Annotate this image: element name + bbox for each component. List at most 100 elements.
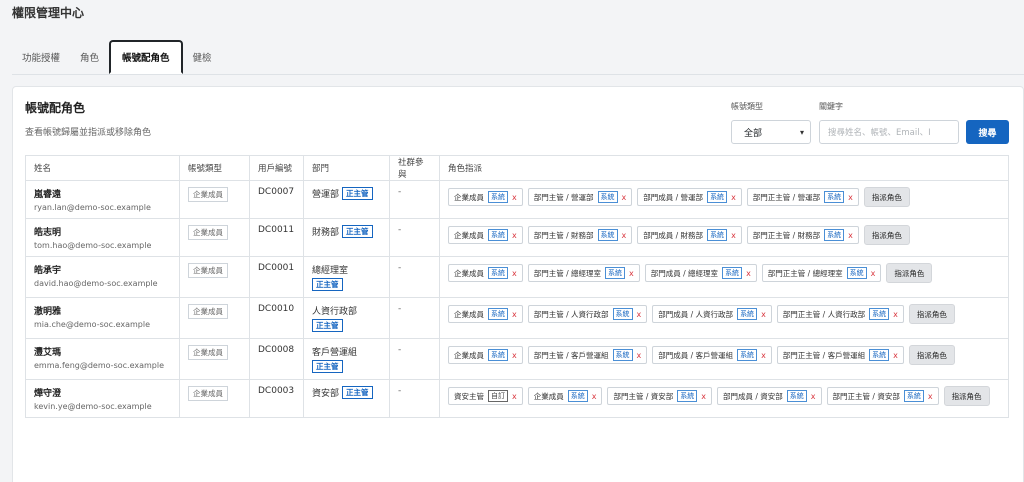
remove-role-icon[interactable]: x xyxy=(761,310,766,319)
remove-role-icon[interactable]: x xyxy=(731,231,736,240)
social-value: - xyxy=(398,225,402,235)
user-name: 燁守澄 xyxy=(34,389,62,399)
remove-role-icon[interactable]: x xyxy=(622,193,627,202)
user-code: DC0008 xyxy=(258,345,295,355)
account-roles-card: 帳號配角色 查看帳號歸屬並指派或移除角色 帳號類型 關鍵字 全部 ▾ 搜尋姓名、… xyxy=(12,86,1024,482)
role-chip: 部門正主管 / 客戶營運組 系統 x xyxy=(776,346,904,364)
remove-role-icon[interactable]: x xyxy=(746,269,751,278)
tab-function-permission[interactable]: 功能授權 xyxy=(12,40,70,74)
col-header-name: 姓名 xyxy=(25,155,180,181)
cell-social: - xyxy=(389,379,440,418)
role-chip: 資安主管 自訂 x xyxy=(448,387,523,405)
role-chip: 部門正主管 / 營運部 系統 x xyxy=(746,188,859,206)
remove-role-icon[interactable]: x xyxy=(848,231,853,240)
tab-health-check[interactable]: 健檢 xyxy=(183,40,222,74)
role-level-badge: 系統 xyxy=(488,229,508,241)
role-chip-label: 部門成員 / 營運部 xyxy=(643,192,704,202)
remove-role-icon[interactable]: x xyxy=(592,392,597,401)
role-level-badge: 系統 xyxy=(869,349,890,361)
remove-role-icon[interactable]: x xyxy=(893,351,898,360)
remove-role-icon[interactable]: x xyxy=(637,310,642,319)
cell-account-type: 企業成員 xyxy=(179,256,250,298)
role-chip-label: 部門主管 / 營運部 xyxy=(533,192,594,202)
role-chip: 部門主管 / 財務部 系統 x xyxy=(527,226,633,244)
remove-role-icon[interactable]: x xyxy=(848,193,853,202)
role-chip-label: 部門主管 / 總經理室 xyxy=(533,268,602,278)
cell-department: 營運部 正主管 xyxy=(303,180,390,219)
role-chip-label: 部門成員 / 客戶營運組 xyxy=(658,350,734,360)
assign-role-button[interactable]: 指派角色 xyxy=(863,187,910,207)
remove-role-icon[interactable]: x xyxy=(629,269,634,278)
assign-role-button[interactable]: 指派角色 xyxy=(863,225,910,245)
cell-user-code: DC0003 xyxy=(249,379,304,418)
department-name: 總經理室 xyxy=(312,266,349,276)
user-code: DC0007 xyxy=(258,187,295,197)
role-chip-label: 企業成員 xyxy=(454,309,484,319)
role-level-badge: 系統 xyxy=(737,349,758,361)
tab-account-roles[interactable]: 帳號配角色 xyxy=(109,40,183,74)
cell-social: - xyxy=(389,297,440,339)
user-email: tom.hao@demo-soc.example xyxy=(34,241,152,250)
cell-social: - xyxy=(389,180,440,219)
remove-role-icon[interactable]: x xyxy=(512,269,517,278)
user-email: mia.che@demo-soc.example xyxy=(34,320,151,329)
account-type-tag: 企業成員 xyxy=(188,386,228,401)
role-level-badge: 系統 xyxy=(612,349,633,361)
remove-role-icon[interactable]: x xyxy=(811,392,816,401)
account-roles-table: 姓名 帳號類型 用戶編號 部門 社群參與 角色指派 嵐睿遠 ryan.lan@de… xyxy=(25,155,1009,418)
col-header-role-assignment: 角色指派 xyxy=(439,155,1009,181)
search-button[interactable]: 搜尋 xyxy=(966,120,1009,144)
keyword-search-input[interactable]: 搜尋姓名、帳號、Email、I xyxy=(819,120,959,144)
remove-role-icon[interactable]: x xyxy=(731,193,736,202)
tab-roles[interactable]: 角色 xyxy=(70,40,109,74)
role-chip-label: 部門成員 / 總經理室 xyxy=(650,268,719,278)
account-type-select[interactable]: 全部 ▾ xyxy=(731,120,811,144)
role-chip: 部門主管 / 客戶營運組 系統 x xyxy=(527,346,648,364)
remove-role-icon[interactable]: x xyxy=(512,231,517,240)
assign-role-button[interactable]: 指派角色 xyxy=(908,304,955,324)
role-chip-label: 部門成員 / 人資行政部 xyxy=(658,309,734,319)
department: 財務部 正主管 xyxy=(312,225,373,238)
assign-role-button[interactable]: 指派角色 xyxy=(908,345,955,365)
remove-role-icon[interactable]: x xyxy=(512,351,517,360)
remove-role-icon[interactable]: x xyxy=(701,392,706,401)
chevron-down-icon: ▾ xyxy=(799,127,804,137)
user-code: DC0010 xyxy=(258,304,295,314)
assign-role-button[interactable]: 指派角色 xyxy=(886,263,933,283)
role-chip-label: 部門正主管 / 資安部 xyxy=(832,391,900,401)
remove-role-icon[interactable]: x xyxy=(761,351,766,360)
remove-role-icon[interactable]: x xyxy=(622,231,627,240)
cell-account-type: 企業成員 xyxy=(179,297,250,339)
role-chip-label: 部門主管 / 人資行政部 xyxy=(533,309,609,319)
cell-social: - xyxy=(389,256,440,298)
user-name: 澈明雅 xyxy=(34,307,62,317)
user-email: emma.feng@demo-soc.example xyxy=(34,361,164,370)
role-chip-label: 企業成員 xyxy=(454,192,484,202)
remove-role-icon[interactable]: x xyxy=(512,392,517,401)
remove-role-icon[interactable]: x xyxy=(928,392,933,401)
col-header-social: 社群參與 xyxy=(389,155,440,181)
remove-role-icon[interactable]: x xyxy=(637,351,642,360)
role-level-badge: 系統 xyxy=(612,308,633,320)
page-title: 權限管理中心 xyxy=(12,6,85,20)
remove-role-icon[interactable]: x xyxy=(893,310,898,319)
cell-user-code: DC0007 xyxy=(249,180,304,219)
cell-account-type: 企業成員 xyxy=(179,218,250,257)
user-name: 皓志明 xyxy=(34,228,62,238)
remove-role-icon[interactable]: x xyxy=(512,310,517,319)
account-type-tag: 企業成員 xyxy=(188,345,228,360)
role-chip: 部門正主管 / 資安部 系統 x xyxy=(826,387,939,405)
role-chip-label: 部門正主管 / 財務部 xyxy=(752,230,821,240)
social-value: - xyxy=(398,263,402,273)
assign-role-button[interactable]: 指派角色 xyxy=(943,386,990,406)
cell-account-type: 企業成員 xyxy=(179,379,250,418)
role-level-badge: 系統 xyxy=(488,308,508,320)
social-value: - xyxy=(398,304,402,314)
role-chip: 企業成員 系統 x xyxy=(448,188,523,206)
remove-role-icon[interactable]: x xyxy=(871,269,876,278)
role-chip-list: 企業成員 系統 x 部門主管 / 財務部 系統 x 部門成員 / 財務部 系統 x 部門正主管 /… xyxy=(448,225,1000,245)
social-value: - xyxy=(398,386,402,396)
table-row: 皓志明 tom.hao@demo-soc.example 企業成員 DC0011 財務部… xyxy=(25,218,1009,257)
remove-role-icon[interactable]: x xyxy=(512,193,517,202)
department-name: 財務部 xyxy=(312,228,340,238)
